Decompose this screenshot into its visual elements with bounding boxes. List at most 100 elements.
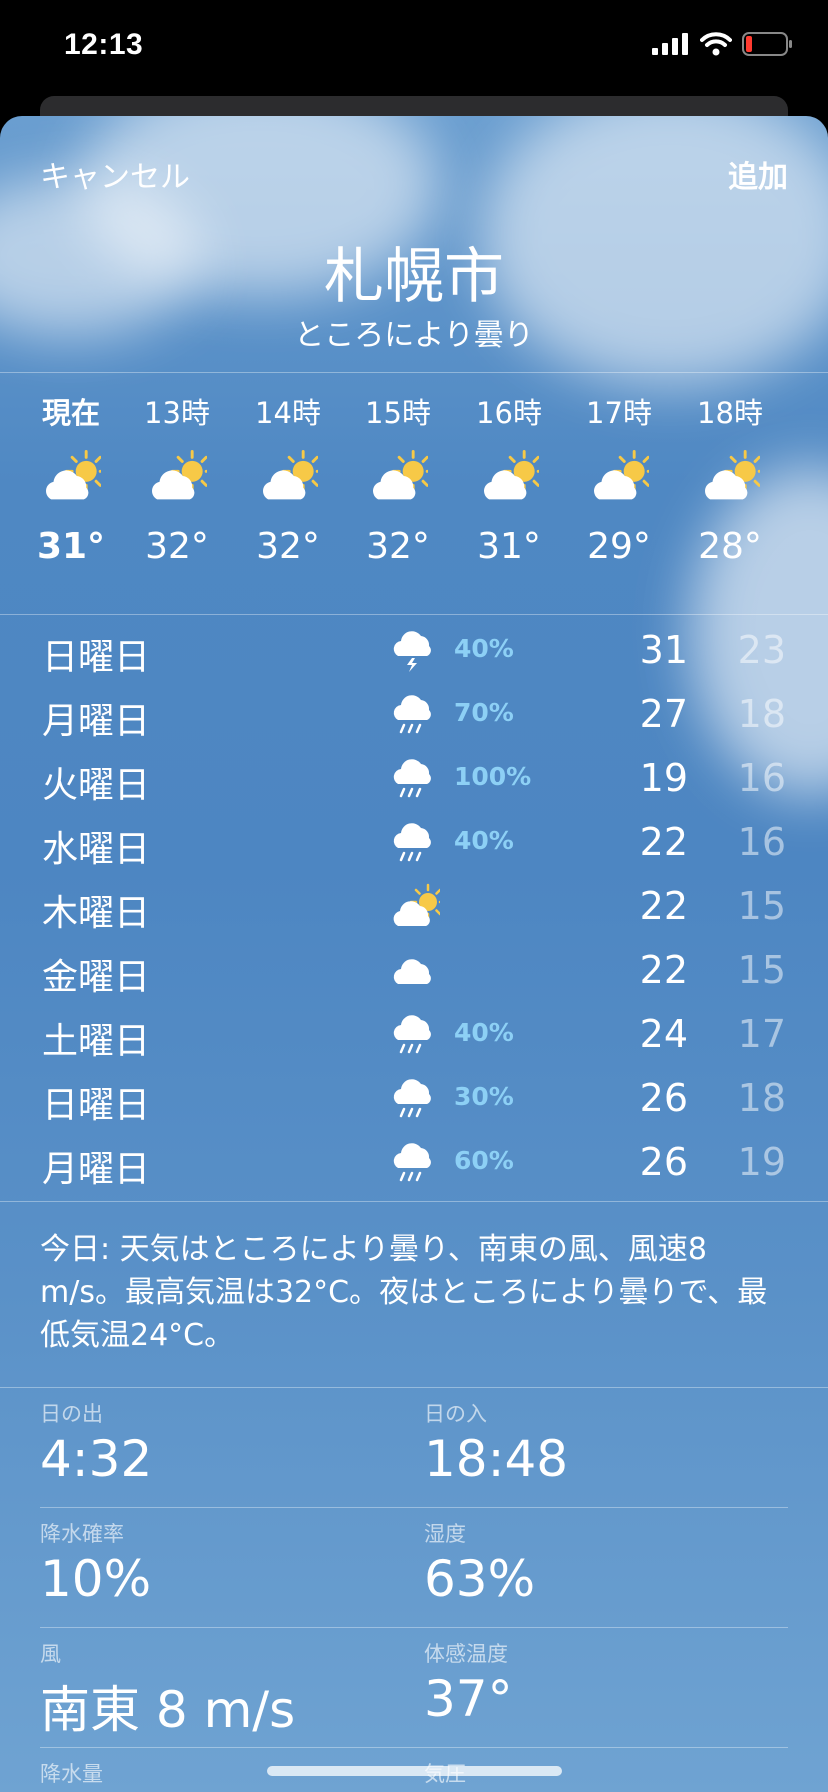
detail-cell: 体感温度 37° — [424, 1628, 798, 1728]
detail-row: 日の出 4:32 日の入 18:48 — [40, 1388, 788, 1508]
add-button[interactable]: 追加 — [728, 152, 788, 196]
day-name: 土曜日 — [42, 1021, 151, 1062]
high-temperature: 22 — [639, 820, 688, 864]
low-temperature: 19 — [737, 1140, 786, 1184]
day-name: 月曜日 — [42, 701, 151, 742]
daily-row: 土曜日 40% 24 17 — [0, 1002, 828, 1066]
current-condition: ところにより曇り — [294, 318, 534, 353]
cloud-icon — [390, 946, 440, 992]
low-temperature: 18 — [737, 1076, 786, 1120]
partly-sunny-icon — [258, 448, 325, 500]
status-icons — [652, 32, 794, 56]
detail-row: 風南東 8 m/s 体感温度 37° — [40, 1628, 788, 1748]
divider — [0, 1201, 828, 1202]
detail-label: 降水確率 — [40, 1522, 124, 1546]
low-temperature: 16 — [737, 820, 786, 864]
high-temperature: 26 — [639, 1140, 688, 1184]
daily-row: 日曜日 40% 31 23 — [0, 618, 828, 682]
precip-chance: 100% — [454, 762, 532, 791]
daily-row: 火曜日 100% 19 16 — [0, 746, 828, 810]
precip-chance: 40% — [454, 634, 514, 663]
detail-row: 降水確率 10% 湿度 63% — [40, 1508, 788, 1628]
partly-sunny-icon — [479, 448, 546, 500]
status-time: 12:13 — [64, 28, 144, 61]
day-name: 日曜日 — [42, 637, 151, 678]
detail-cell: 日の入 18:48 — [424, 1388, 798, 1488]
high-temperature: 31 — [639, 628, 688, 672]
rain-icon — [390, 1074, 440, 1120]
detail-cell: 風南東 8 m/s — [40, 1628, 414, 1742]
daily-row: 水曜日 40% 22 16 — [0, 810, 828, 874]
precip-chance: 60% — [454, 1146, 514, 1175]
low-temperature: 17 — [737, 1012, 786, 1056]
detail-label: 湿度 — [424, 1522, 466, 1546]
precip-chance: 40% — [454, 826, 514, 855]
rain-icon — [390, 818, 440, 864]
daily-row: 木曜日 22 15 — [0, 874, 828, 938]
hour-temperature: 32° — [145, 526, 209, 567]
city-name: 札幌市 — [324, 242, 504, 312]
hour-temperature: 29° — [587, 526, 651, 567]
high-temperature: 24 — [639, 1012, 688, 1056]
hour-label: 16時 — [476, 396, 542, 430]
detail-cell: 日の出 4:32 — [40, 1388, 414, 1488]
day-name: 水曜日 — [42, 829, 151, 870]
low-temperature: 23 — [737, 628, 786, 672]
partly-sunny-icon — [390, 882, 447, 928]
high-temperature: 19 — [639, 756, 688, 800]
detail-value: 37° — [424, 1670, 513, 1728]
home-indicator[interactable] — [267, 1766, 562, 1776]
rain-icon — [390, 1010, 440, 1056]
rain-icon — [390, 754, 440, 800]
cellular-signal-icon — [652, 33, 688, 55]
weather-sheet: キャンセル 追加 札幌市 ところにより曇り 現在 31° 13時 32° 14時 32° 1… — [0, 116, 828, 1792]
high-temperature: 26 — [639, 1076, 688, 1120]
daily-row: 月曜日 60% 26 19 — [0, 1130, 828, 1194]
day-name: 木曜日 — [42, 893, 151, 934]
hourly-forecast[interactable]: 現在 31° 13時 32° 14時 32° 15時 32° 16時 31° 17時 29° 18時 28… — [0, 368, 828, 598]
detail-label: 風 — [40, 1642, 61, 1666]
detail-cell: 湿度 63% — [424, 1508, 798, 1608]
day-name: 金曜日 — [42, 957, 151, 998]
daily-row: 月曜日 70% 27 18 — [0, 682, 828, 746]
precip-chance: 40% — [454, 1018, 514, 1047]
detail-label: 日の出 — [40, 1402, 103, 1426]
hour-label: 18時 — [697, 396, 763, 430]
high-temperature: 22 — [639, 884, 688, 928]
hour-temperature: 32° — [366, 526, 430, 567]
day-name: 火曜日 — [42, 765, 151, 806]
daily-row: 日曜日 30% 26 18 — [0, 1066, 828, 1130]
precip-chance: 70% — [454, 698, 514, 727]
hour-label: 現在 — [41, 396, 100, 430]
hour-temperature: 32° — [256, 526, 320, 567]
low-temperature: 15 — [737, 948, 786, 992]
hour-label: 14時 — [255, 396, 321, 430]
low-temperature: 18 — [737, 692, 786, 736]
high-temperature: 27 — [639, 692, 688, 736]
detail-value: 63% — [424, 1550, 536, 1608]
hour-label: 15時 — [365, 396, 431, 430]
detail-label: 体感温度 — [424, 1642, 508, 1666]
divider — [0, 614, 828, 615]
status-bar: 12:13 — [0, 0, 828, 96]
hour-label: 17時 — [586, 396, 652, 430]
detail-cell: 降水確率 10% — [40, 1508, 414, 1608]
partly-sunny-icon — [589, 448, 656, 500]
forecast-summary: 今日: 天気はところにより曇り、南東の風、風速8 m/s。最高気温は32°C。夜… — [40, 1232, 768, 1353]
rain-icon — [390, 1138, 440, 1184]
day-name: 日曜日 — [42, 1085, 151, 1126]
wifi-icon — [700, 32, 732, 56]
battery-low-icon — [742, 32, 792, 56]
hour-label: 13時 — [144, 396, 210, 430]
thunderstorm-icon — [390, 626, 440, 672]
precip-chance: 30% — [454, 1082, 514, 1111]
detail-label: 日の入 — [424, 1402, 487, 1426]
daily-row: 金曜日 22 15 — [0, 938, 828, 1002]
partly-sunny-icon — [41, 448, 108, 500]
rain-icon — [390, 690, 440, 736]
low-temperature: 15 — [737, 884, 786, 928]
cancel-button[interactable]: キャンセル — [40, 152, 190, 196]
high-temperature: 22 — [639, 948, 688, 992]
partly-sunny-icon — [700, 448, 767, 500]
partly-sunny-icon — [368, 448, 435, 500]
